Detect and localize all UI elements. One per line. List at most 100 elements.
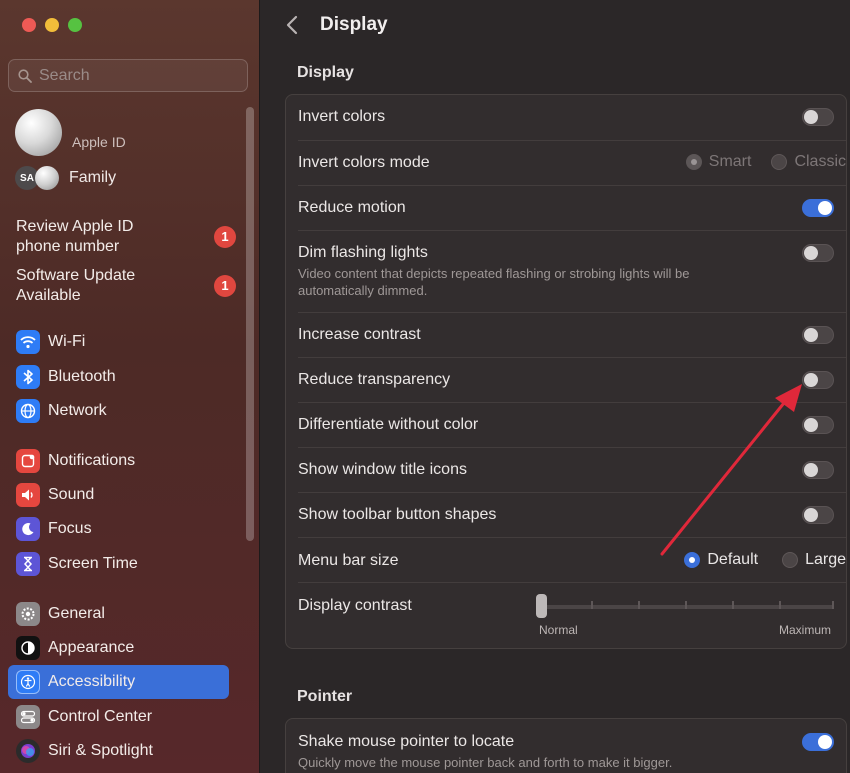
page-title: Display: [320, 14, 388, 35]
setting-label: Shake mouse pointer to locate: [298, 733, 515, 750]
setting-row-increase-contrast: Increase contrast: [286, 312, 846, 357]
setting-description: Quickly move the mouse pointer back and …: [298, 755, 673, 770]
setting-row-reduce-transparency: Reduce transparency: [286, 357, 846, 402]
setting-label: Differentiate without color: [298, 416, 479, 433]
show-window-title-icons-toggle[interactable]: [802, 461, 834, 479]
sidebar-item-sound[interactable]: Sound: [8, 478, 229, 512]
setting-label: Show toolbar button shapes: [298, 506, 497, 523]
software-update-notice[interactable]: Software Update Available 1: [16, 266, 246, 306]
notification-badge: 1: [214, 226, 236, 248]
hourglass-icon: [16, 552, 40, 576]
show-toolbar-button-shapes-toggle[interactable]: [802, 506, 834, 524]
setting-label: Invert colors mode: [298, 154, 430, 171]
reduce-transparency-toggle[interactable]: [802, 371, 834, 389]
invert-mode-smart-option[interactable]: Smart: [685, 153, 751, 171]
differentiate-without-color-toggle[interactable]: [802, 416, 834, 434]
sidebar-item-notifications[interactable]: Notifications: [8, 444, 229, 478]
radio-button[interactable]: [782, 552, 799, 568]
menu-bar-size-default-option[interactable]: Default: [684, 551, 758, 569]
notice-line: phone number: [16, 238, 120, 255]
increase-contrast-toggle[interactable]: [802, 326, 834, 344]
display-contrast-slider-track[interactable]: [543, 605, 834, 609]
sidebar-item-label: Screen Time: [48, 555, 138, 572]
apple-id-avatar: [15, 109, 62, 156]
sidebar-item-focus[interactable]: Focus: [8, 512, 229, 546]
sidebar-item-network[interactable]: Network: [8, 394, 229, 428]
setting-label: Invert colors: [298, 108, 386, 125]
setting-row-dim-flashing-lights: Dim flashing lights Video content that d…: [286, 230, 846, 312]
invert-mode-classic-option[interactable]: Classic: [771, 153, 846, 171]
sidebar-item-general[interactable]: General: [8, 597, 229, 631]
review-apple-id-notice[interactable]: Review Apple ID phone number 1: [16, 217, 246, 257]
setting-description: Video content that depicts repeated flas…: [298, 266, 690, 298]
sidebar-item-appearance[interactable]: Appearance: [8, 631, 229, 665]
sidebar-item-screen-time[interactable]: Screen Time: [8, 547, 229, 581]
slider-tick: [832, 601, 834, 609]
sidebar-item-label: Accessibility: [48, 673, 136, 690]
pointer-settings-group: Shake mouse pointer to locate Quickly mo…: [285, 718, 847, 773]
sidebar-item-label: Appearance: [48, 639, 135, 656]
display-settings-group: Invert colors Invert colors mode Smart C…: [285, 94, 847, 649]
search-field[interactable]: [8, 59, 248, 92]
setting-label: Reduce motion: [298, 199, 406, 216]
invert-colors-toggle[interactable]: [802, 108, 834, 126]
bluetooth-icon: [16, 365, 40, 389]
notice-line: Review Apple ID: [16, 218, 134, 235]
setting-row-show-window-title-icons: Show window title icons: [286, 447, 846, 492]
main-pane: Display Display Invert colors Invert col…: [261, 0, 850, 773]
sidebar-item-label: Sound: [48, 486, 95, 503]
radio-label: Classic: [794, 153, 846, 170]
setting-label: Dim flashing lights: [298, 244, 428, 261]
setting-label: Menu bar size: [298, 552, 399, 569]
setting-row-display-contrast: Display contrast Normal Maximum: [286, 582, 846, 650]
slider-tick: [685, 601, 687, 609]
sidebar-item-bluetooth[interactable]: Bluetooth: [8, 360, 229, 394]
setting-label: Increase contrast: [298, 326, 421, 343]
globe-icon: [16, 399, 40, 423]
setting-row-invert-colors: Invert colors: [286, 95, 846, 140]
apple-id-item[interactable]: Apple ID: [15, 109, 126, 156]
close-window-button[interactable]: [22, 18, 36, 32]
sidebar-item-siri-spotlight[interactable]: Siri & Spotlight: [8, 734, 229, 768]
radio-label: Large: [805, 551, 846, 568]
search-input[interactable]: [39, 66, 229, 85]
speaker-icon: [16, 483, 40, 507]
window-controls: [22, 18, 82, 32]
chevron-left-icon: [286, 15, 298, 35]
zoom-window-button[interactable]: [68, 18, 82, 32]
reduce-motion-toggle[interactable]: [802, 199, 834, 217]
sidebar-item-label: Control Center: [48, 708, 153, 725]
sidebar: Apple ID SA Family Review Apple ID phone…: [0, 0, 260, 773]
family-item[interactable]: SA Family: [15, 165, 116, 191]
bell-icon: [16, 449, 40, 473]
slider-tick: [779, 601, 781, 609]
slider-max-label: Maximum: [779, 623, 832, 637]
sidebar-item-label: General: [48, 605, 105, 622]
radio-label: Default: [707, 551, 759, 568]
switches-icon: [16, 705, 40, 729]
back-button[interactable]: [283, 14, 303, 36]
radio-button[interactable]: [684, 552, 701, 568]
sidebar-item-label: Bluetooth: [48, 368, 116, 385]
radio-button[interactable]: [685, 154, 702, 170]
shake-mouse-pointer-toggle[interactable]: [802, 733, 834, 751]
setting-row-differentiate-without-color: Differentiate without color: [286, 402, 846, 447]
minimize-window-button[interactable]: [45, 18, 59, 32]
menu-bar-size-large-option[interactable]: Large: [782, 551, 846, 569]
family-member-avatar: [35, 166, 59, 190]
sidebar-item-label: Siri & Spotlight: [48, 742, 153, 759]
family-label: Family: [69, 169, 117, 186]
setting-row-invert-colors-mode: Invert colors mode Smart Classic: [286, 140, 846, 185]
sidebar-scrollbar[interactable]: [246, 107, 254, 541]
notice-line: Software Update: [16, 267, 136, 284]
display-contrast-slider-knob[interactable]: [536, 594, 547, 618]
search-icon: [18, 68, 32, 83]
sidebar-item-control-center[interactable]: Control Center: [8, 700, 229, 734]
sidebar-item-wifi[interactable]: Wi-Fi: [8, 325, 229, 359]
section-title-pointer: Pointer: [297, 688, 353, 705]
sidebar-item-accessibility[interactable]: Accessibility: [8, 665, 229, 699]
siri-icon: [16, 739, 40, 763]
dim-flashing-lights-toggle[interactable]: [802, 244, 834, 262]
notification-badge: 1: [214, 275, 236, 297]
radio-button[interactable]: [771, 154, 788, 170]
